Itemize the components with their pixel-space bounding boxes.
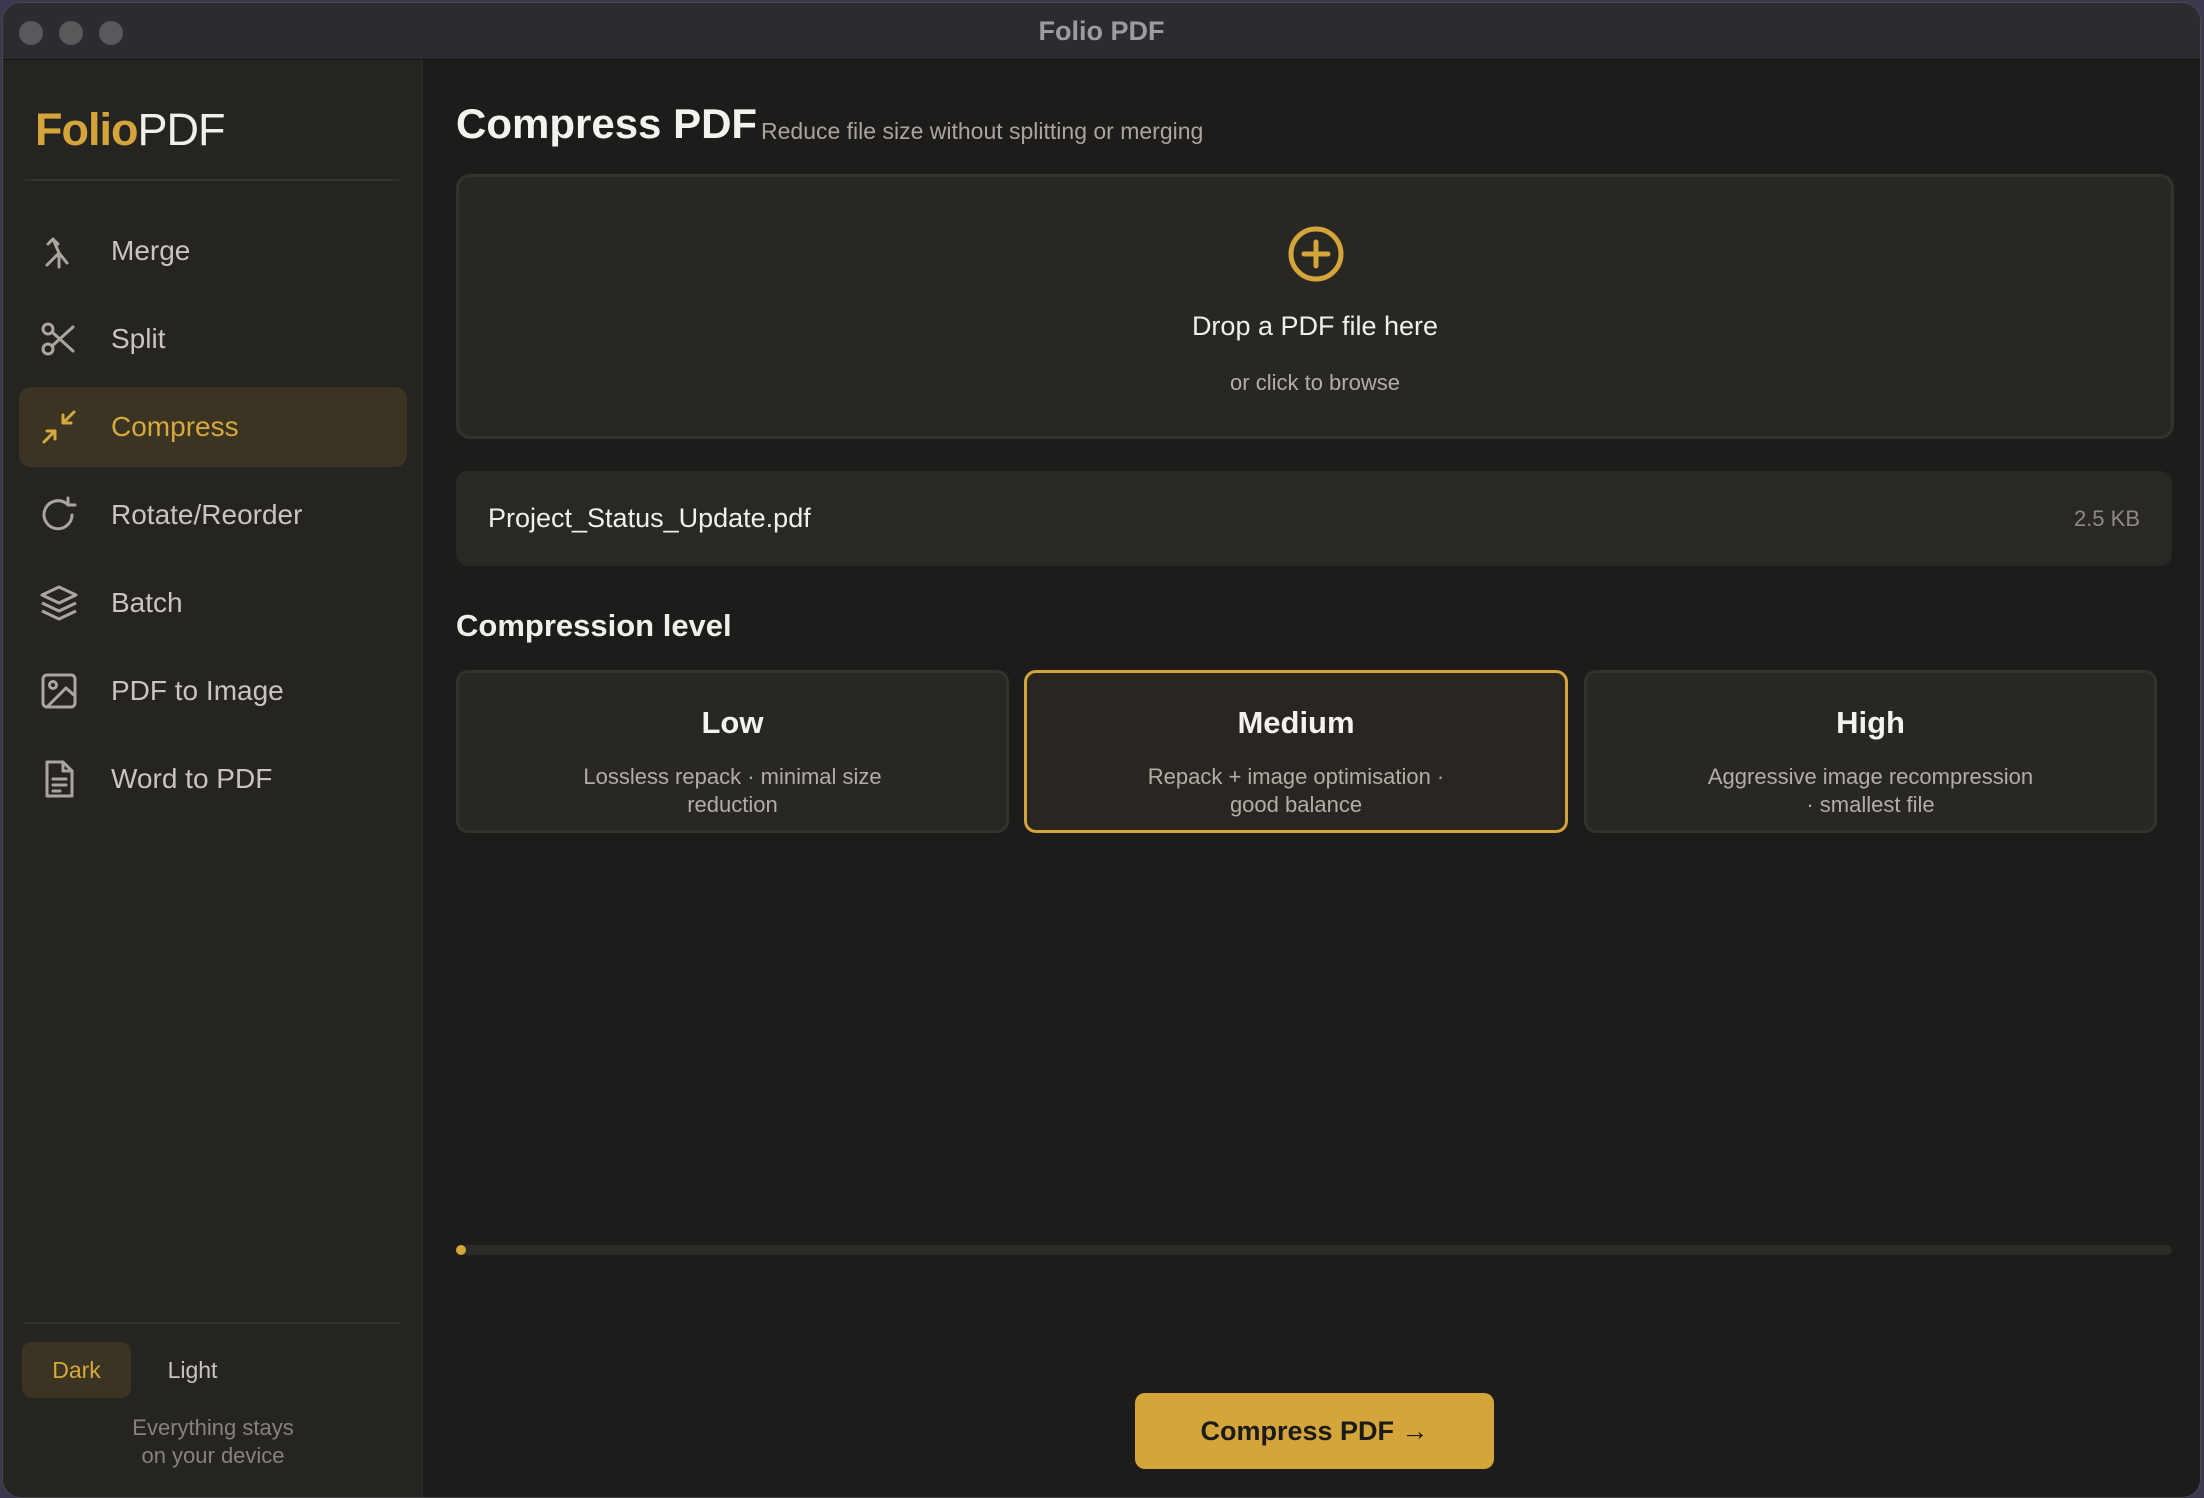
privacy-note-line2: on your device	[141, 1443, 285, 1468]
sidebar-item-label: Rotate/Reorder	[111, 499, 303, 530]
logo-part-folio: Folio	[35, 104, 138, 155]
level-title: Medium	[1237, 705, 1355, 740]
level-description-line1: Aggressive image recompression	[1707, 764, 2034, 789]
selected-file-row: Project_Status_Update.pdf 2.5 KB	[456, 471, 2172, 566]
document-icon	[39, 759, 79, 799]
progress-bar	[456, 1245, 2172, 1255]
sidebar-divider-bottom	[25, 1322, 399, 1324]
dropzone-title: Drop a PDF file here	[1191, 311, 1439, 341]
file-size: 2.5 KB	[2073, 506, 2140, 531]
level-title: Low	[701, 705, 764, 740]
main-content: Compress PDF Reduce file size without sp…	[423, 60, 2200, 1497]
title-bar: Folio PDF	[3, 3, 2200, 60]
level-description: Aggressive image recompression · smalles…	[1617, 763, 2124, 819]
logo-part-pdf: PDF	[137, 104, 225, 155]
file-name: Project_Status_Update.pdf	[488, 503, 811, 533]
level-description: Repack + image optimisation · good balan…	[1057, 763, 1535, 819]
file-dropzone[interactable]: Drop a PDF file here or click to browse	[456, 174, 2174, 439]
progress-fill	[456, 1245, 466, 1255]
sidebar-item-label: Word to PDF	[111, 763, 273, 794]
compression-level-medium[interactable]: Medium Repack + image optimisation · goo…	[1024, 670, 1568, 833]
page-subtitle: Reduce file size without splitting or me…	[761, 118, 1204, 144]
merge-icon	[39, 231, 79, 271]
privacy-note-line1: Everything stays	[132, 1415, 294, 1440]
app-window: Folio PDF FolioPDF Merge Split Compress …	[3, 3, 2200, 1497]
level-title: High	[1836, 705, 1905, 740]
sidebar-item-word-to-pdf[interactable]: Word to PDF	[19, 739, 407, 819]
plus-circle-icon	[1287, 225, 1345, 283]
sidebar-item-batch[interactable]: Batch	[19, 563, 407, 643]
sidebar-item-label: Batch	[111, 587, 183, 618]
rotate-icon	[39, 495, 79, 535]
sidebar-item-label: Split	[111, 323, 166, 354]
compression-level-high[interactable]: High Aggressive image recompression · sm…	[1584, 670, 2157, 833]
theme-light-button[interactable]: Light	[138, 1342, 247, 1398]
privacy-note: Everything stays on your device	[43, 1414, 383, 1470]
compress-pdf-button[interactable]: Compress PDF →	[1135, 1393, 1494, 1469]
layers-icon	[39, 583, 79, 623]
level-description-line1: Lossless repack · minimal size	[583, 764, 882, 789]
compress-icon	[39, 407, 79, 447]
compression-level-label: Compression level	[456, 608, 732, 643]
level-description-line1: Repack + image optimisation ·	[1147, 764, 1445, 789]
app-logo: FolioPDF	[35, 104, 225, 156]
image-icon	[39, 671, 79, 711]
level-description-line2: · smallest file	[1806, 792, 1935, 817]
level-description-line2: good balance	[1229, 792, 1363, 817]
sidebar-item-label: PDF to Image	[111, 675, 284, 706]
sidebar-item-merge[interactable]: Merge	[19, 211, 407, 291]
dropzone-browse-hint: or click to browse	[1230, 370, 1400, 395]
sidebar-item-rotate-reorder[interactable]: Rotate/Reorder	[19, 475, 407, 555]
compression-level-low[interactable]: Low Lossless repack · minimal size reduc…	[456, 670, 1009, 833]
sidebar-divider-top	[25, 179, 399, 181]
sidebar-item-label: Merge	[111, 235, 191, 266]
scissors-icon	[39, 319, 79, 359]
sidebar: FolioPDF Merge Split Compress Rotate/Reo…	[3, 60, 423, 1497]
sidebar-item-compress[interactable]: Compress	[19, 387, 407, 467]
sidebar-item-pdf-to-image[interactable]: PDF to Image	[19, 651, 407, 731]
theme-dark-button[interactable]: Dark	[22, 1342, 131, 1398]
window-title: Folio PDF	[1038, 16, 1165, 46]
sidebar-item-label: Compress	[111, 411, 239, 442]
level-description-line2: reduction	[687, 792, 778, 817]
level-description: Lossless repack · minimal size reduction	[489, 763, 976, 819]
sidebar-item-split[interactable]: Split	[19, 299, 407, 379]
page-title: Compress PDF	[456, 100, 758, 147]
